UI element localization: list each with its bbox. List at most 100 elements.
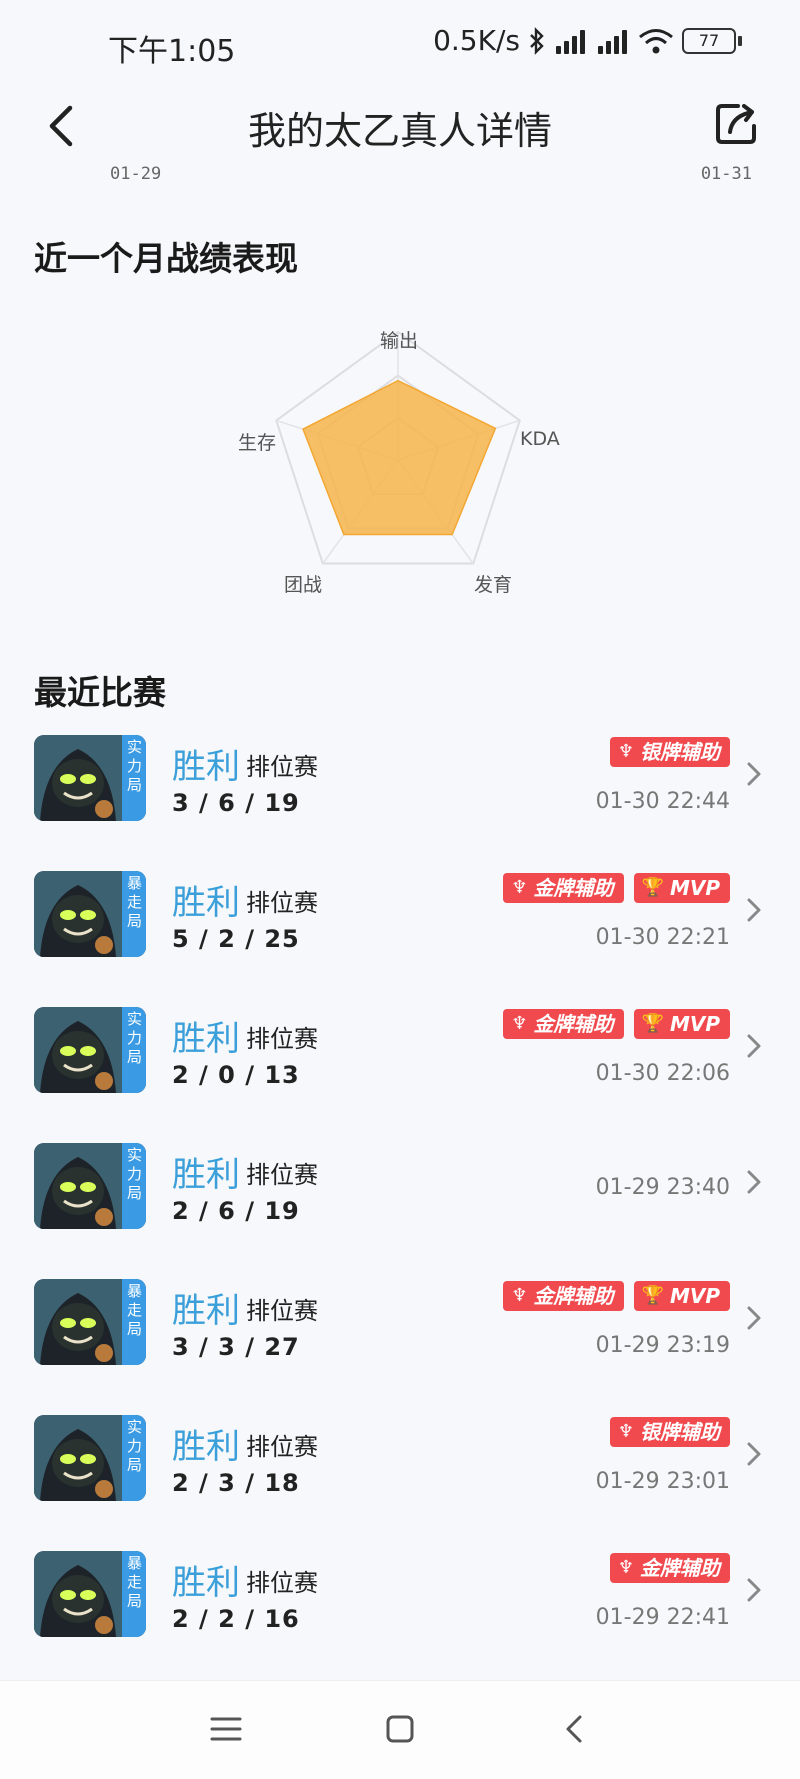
mvp-badge: 🏆 MVP <box>633 873 730 903</box>
radar-chart: 输出 KDA 发育 团战 生存 <box>0 300 800 620</box>
match-type: 排位赛 <box>246 1161 318 1189</box>
radar-label-kda: KDA <box>520 428 560 450</box>
match-kda: 2 / 2 / 16 <box>172 1605 300 1633</box>
chevron-right-icon[interactable] <box>744 1167 764 1197</box>
status-bar: 下午1:05 0.5K/s 77 <box>0 0 800 90</box>
match-row[interactable]: 暴走局 胜利 排位赛 2 / 2 / 16 ♆ 金牌辅助 01-29 22:41 <box>0 1543 800 1679</box>
match-mode-tag: 暴走局 <box>122 1551 146 1637</box>
date-range-start: 01-29 <box>110 164 162 184</box>
trident-icon: ♆ <box>617 741 634 762</box>
radar-label-teamfight: 团战 <box>284 574 323 596</box>
match-kda: 2 / 0 / 13 <box>172 1061 300 1089</box>
battery-icon: 77 <box>682 27 742 54</box>
wifi-icon <box>639 28 673 53</box>
match-result: 胜利 <box>172 1019 240 1059</box>
match-badges: ♆ 金牌辅助 🏆 MVP <box>503 873 730 903</box>
match-result: 胜利 <box>172 1155 240 1195</box>
chevron-right-icon[interactable] <box>744 895 764 925</box>
match-row[interactable]: 实力局 胜利 排位赛 2 / 0 / 13 ♆ 金牌辅助 🏆 MVP 01-30 22… <box>0 999 800 1135</box>
chevron-right-icon[interactable] <box>744 1439 764 1469</box>
match-mode-tag: 实力局 <box>122 1415 146 1501</box>
bluetooth-icon <box>530 26 544 55</box>
match-result: 胜利 <box>172 883 240 923</box>
match-row[interactable]: 暴走局 胜利 排位赛 5 / 2 / 25 ♆ 金牌辅助 🏆 MVP 01-30 22… <box>0 863 800 999</box>
date-range-end: 01-31 <box>700 164 752 184</box>
match-row[interactable]: 实力局 胜利 排位赛 2 / 3 / 18 ♆ 银牌辅助 01-29 23:01 <box>0 1407 800 1543</box>
chevron-right-icon[interactable] <box>744 1575 764 1605</box>
support-badge: ♆ 银牌辅助 <box>609 737 730 767</box>
hero-avatar: 实力局 <box>34 1007 146 1093</box>
match-type: 排位赛 <box>246 753 318 781</box>
match-type: 排位赛 <box>246 1433 318 1461</box>
match-time: 01-30 22:44 <box>595 789 730 814</box>
match-time: 01-30 22:21 <box>595 925 730 950</box>
support-badge: ♆ 金牌辅助 <box>609 1553 730 1583</box>
support-badge: ♆ 金牌辅助 <box>503 873 624 903</box>
nav-bar: 我的太乙真人详情 <box>0 90 800 170</box>
trophy-icon: 🏆 <box>641 1013 664 1034</box>
share-icon[interactable] <box>708 96 764 152</box>
status-time: 下午1:05 <box>108 34 236 69</box>
recent-section-title: 最近比赛 <box>34 673 166 712</box>
match-result: 胜利 <box>172 1563 240 1603</box>
status-icons: 0.5K/s 77 <box>433 24 742 57</box>
hero-avatar: 实力局 <box>34 1415 146 1501</box>
radar-label-growth: 发育 <box>474 574 513 596</box>
radar-label-survival: 生存 <box>238 432 277 454</box>
match-mode-tag: 实力局 <box>122 1143 146 1229</box>
trident-icon: ♆ <box>511 1285 528 1306</box>
trophy-icon: 🏆 <box>641 877 664 898</box>
match-kda: 3 / 3 / 27 <box>172 1333 300 1361</box>
match-type: 排位赛 <box>246 1297 318 1325</box>
match-time: 01-30 22:06 <box>595 1061 730 1086</box>
trident-icon: ♆ <box>511 877 528 898</box>
match-mode-tag: 实力局 <box>122 735 146 821</box>
trophy-icon: 🏆 <box>641 1285 664 1306</box>
hero-avatar: 暴走局 <box>34 1551 146 1637</box>
support-badge: ♆ 金牌辅助 <box>503 1281 624 1311</box>
match-row[interactable]: 实力局 胜利 排位赛 2 / 6 / 19 01-29 23:40 <box>0 1135 800 1271</box>
match-time: 01-29 23:19 <box>595 1333 730 1358</box>
mvp-badge: 🏆 MVP <box>633 1281 730 1311</box>
trident-icon: ♆ <box>511 1013 528 1034</box>
match-result: 胜利 <box>172 1291 240 1331</box>
support-badge: ♆ 金牌辅助 <box>503 1009 624 1039</box>
chevron-right-icon[interactable] <box>744 1031 764 1061</box>
match-result: 胜利 <box>172 1427 240 1467</box>
home-icon[interactable] <box>380 1709 420 1749</box>
performance-section-title: 近一个月战绩表现 <box>34 239 298 278</box>
chevron-right-icon[interactable] <box>744 1303 764 1333</box>
back-nav-icon[interactable] <box>556 1709 596 1749</box>
net-speed: 0.5K/s <box>433 24 520 57</box>
match-type: 排位赛 <box>246 889 318 917</box>
match-type: 排位赛 <box>246 1569 318 1597</box>
match-row[interactable]: 实力局 胜利 排位赛 3 / 6 / 19 ♆ 银牌辅助 01-30 22:44 <box>0 727 800 863</box>
trident-icon: ♆ <box>617 1557 634 1578</box>
match-badges: ♆ 银牌辅助 <box>609 1417 730 1447</box>
radar-label-output: 输出 <box>380 330 419 352</box>
system-nav-bar <box>0 1680 800 1779</box>
menu-icon[interactable] <box>206 1709 246 1749</box>
match-result: 胜利 <box>172 747 240 787</box>
hero-avatar: 实力局 <box>34 735 146 821</box>
support-badge: ♆ 银牌辅助 <box>609 1417 730 1447</box>
hero-avatar: 暴走局 <box>34 871 146 957</box>
match-row[interactable]: 暴走局 胜利 排位赛 3 / 3 / 27 ♆ 金牌辅助 🏆 MVP 01-29 23… <box>0 1271 800 1407</box>
match-kda: 5 / 2 / 25 <box>172 925 300 953</box>
match-mode-tag: 实力局 <box>122 1007 146 1093</box>
match-list: 实力局 胜利 排位赛 3 / 6 / 19 ♆ 银牌辅助 01-30 22:44 … <box>0 727 800 1679</box>
match-badges: ♆ 金牌辅助 <box>609 1553 730 1583</box>
match-time: 01-29 23:01 <box>595 1469 730 1494</box>
match-badges: ♆ 金牌辅助 🏆 MVP <box>503 1009 730 1039</box>
trident-icon: ♆ <box>617 1421 634 1442</box>
match-mode-tag: 暴走局 <box>122 871 146 957</box>
radar-value-area <box>302 379 497 536</box>
hero-avatar: 暴走局 <box>34 1279 146 1365</box>
page-title: 我的太乙真人详情 <box>247 109 552 153</box>
chevron-right-icon[interactable] <box>744 759 764 789</box>
signal-hd-icon <box>554 28 588 54</box>
signal-icon <box>596 28 630 54</box>
match-kda: 2 / 3 / 18 <box>172 1469 300 1497</box>
match-time: 01-29 22:41 <box>595 1605 730 1630</box>
match-kda: 3 / 6 / 19 <box>172 789 300 817</box>
